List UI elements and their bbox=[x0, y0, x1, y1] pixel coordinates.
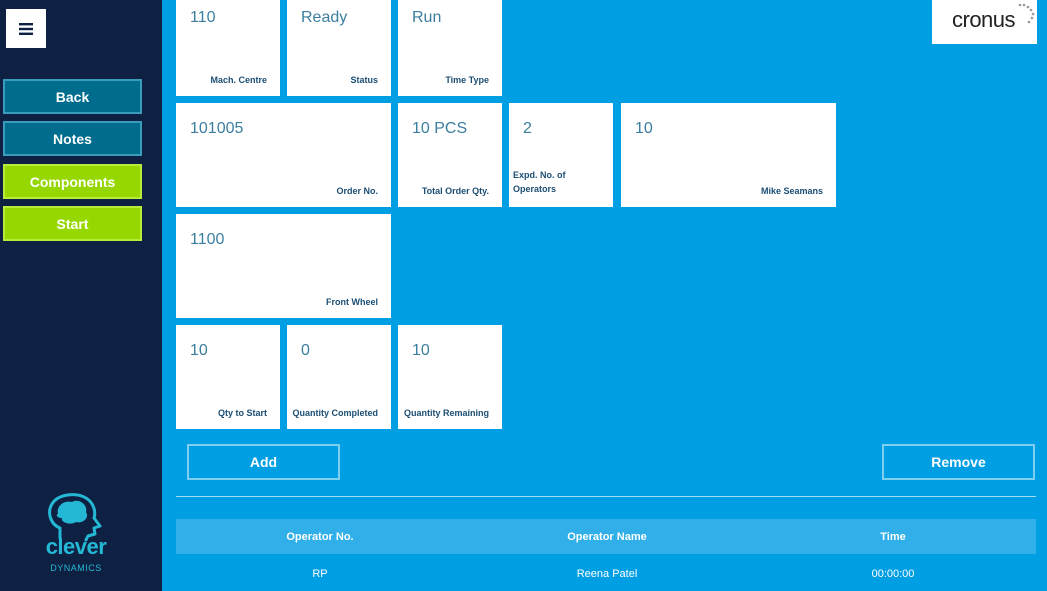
column-header-operator-name[interactable]: Operator Name bbox=[464, 519, 750, 554]
expd-operators-tile[interactable]: 2 Expd. No. of Operators bbox=[509, 103, 613, 207]
qty-remaining-value: 10 bbox=[412, 342, 430, 359]
expd-operators-value: 2 bbox=[523, 120, 532, 137]
time-type-label: Time Type bbox=[445, 75, 489, 85]
time-type-tile[interactable]: Run Time Type bbox=[398, 0, 502, 96]
operator-tile-label: Mike Seamans bbox=[760, 186, 823, 196]
logo-subtitle: DYNAMICS bbox=[50, 563, 102, 573]
total-order-qty-label: Total Order Qty. bbox=[421, 186, 489, 196]
status-value: Ready bbox=[301, 9, 348, 26]
sidebar: Back Notes Components Start clever DYNAM… bbox=[0, 0, 162, 591]
qty-to-start-tile[interactable]: 10 Qty to Start bbox=[176, 325, 280, 429]
logo-wordmark: clever bbox=[45, 534, 107, 559]
operator-tile[interactable]: 10 Mike Seamans bbox=[621, 103, 836, 207]
total-order-qty-tile[interactable]: 10 PCS Total Order Qty. bbox=[398, 103, 502, 207]
column-header-time[interactable]: Time bbox=[750, 519, 1036, 554]
qty-completed-label: Quantity Completed bbox=[292, 408, 378, 418]
qty-remaining-label: Quantity Remaining bbox=[403, 408, 489, 418]
operators-table-header: Operator No. Operator Name Time bbox=[176, 519, 1036, 554]
operator-time-cell: 00:00:00 bbox=[871, 567, 915, 580]
qty-completed-value: 0 bbox=[301, 342, 310, 359]
order-no-value: 101005 bbox=[190, 120, 244, 137]
qty-completed-tile[interactable]: 0 Quantity Completed bbox=[287, 325, 391, 429]
table-row[interactable]: RP Reena Patel 00:00:00 bbox=[176, 556, 1036, 591]
add-button[interactable]: Add bbox=[187, 444, 340, 480]
qty-to-start-value: 10 bbox=[190, 342, 208, 359]
item-value: 1100 bbox=[190, 231, 225, 248]
qty-remaining-tile[interactable]: 10 Quantity Remaining bbox=[398, 325, 502, 429]
item-tile[interactable]: 1100 Front Wheel bbox=[176, 214, 391, 318]
divider bbox=[176, 496, 1036, 497]
components-button[interactable]: Components bbox=[3, 164, 142, 199]
dots-arc-icon bbox=[1018, 3, 1035, 24]
order-no-label: Order No. bbox=[336, 186, 378, 196]
item-label: Front Wheel bbox=[326, 297, 378, 307]
operator-no-cell: RP bbox=[312, 567, 328, 580]
back-button[interactable]: Back bbox=[3, 79, 142, 114]
status-tile[interactable]: Ready Status bbox=[287, 0, 391, 96]
cronus-wordmark: cronus bbox=[952, 7, 1016, 32]
order-no-tile[interactable]: 101005 Order No. bbox=[176, 103, 391, 207]
remove-button[interactable]: Remove bbox=[882, 444, 1035, 480]
hamburger-icon bbox=[19, 22, 33, 35]
start-button[interactable]: Start bbox=[3, 206, 142, 241]
expd-operators-label: Expd. No. of Operators bbox=[513, 170, 566, 194]
qty-to-start-label: Qty to Start bbox=[217, 408, 267, 418]
column-header-operator-no[interactable]: Operator No. bbox=[176, 519, 464, 554]
mach-centre-label: Mach. Centre bbox=[210, 75, 267, 85]
mach-centre-value: 110 bbox=[190, 9, 216, 26]
mach-centre-tile[interactable]: 110 Mach. Centre bbox=[176, 0, 280, 96]
status-label: Status bbox=[350, 75, 378, 85]
clever-dynamics-logo: clever DYNAMICS bbox=[38, 492, 114, 578]
cronus-logo: cronus bbox=[932, 0, 1037, 44]
menu-button[interactable] bbox=[6, 9, 46, 48]
operator-name-cell: Reena Patel bbox=[576, 567, 638, 580]
total-order-qty-value: 10 PCS bbox=[412, 120, 468, 137]
time-type-value: Run bbox=[412, 9, 442, 26]
notes-button[interactable]: Notes bbox=[3, 121, 142, 156]
operator-tile-value: 10 bbox=[635, 120, 653, 137]
